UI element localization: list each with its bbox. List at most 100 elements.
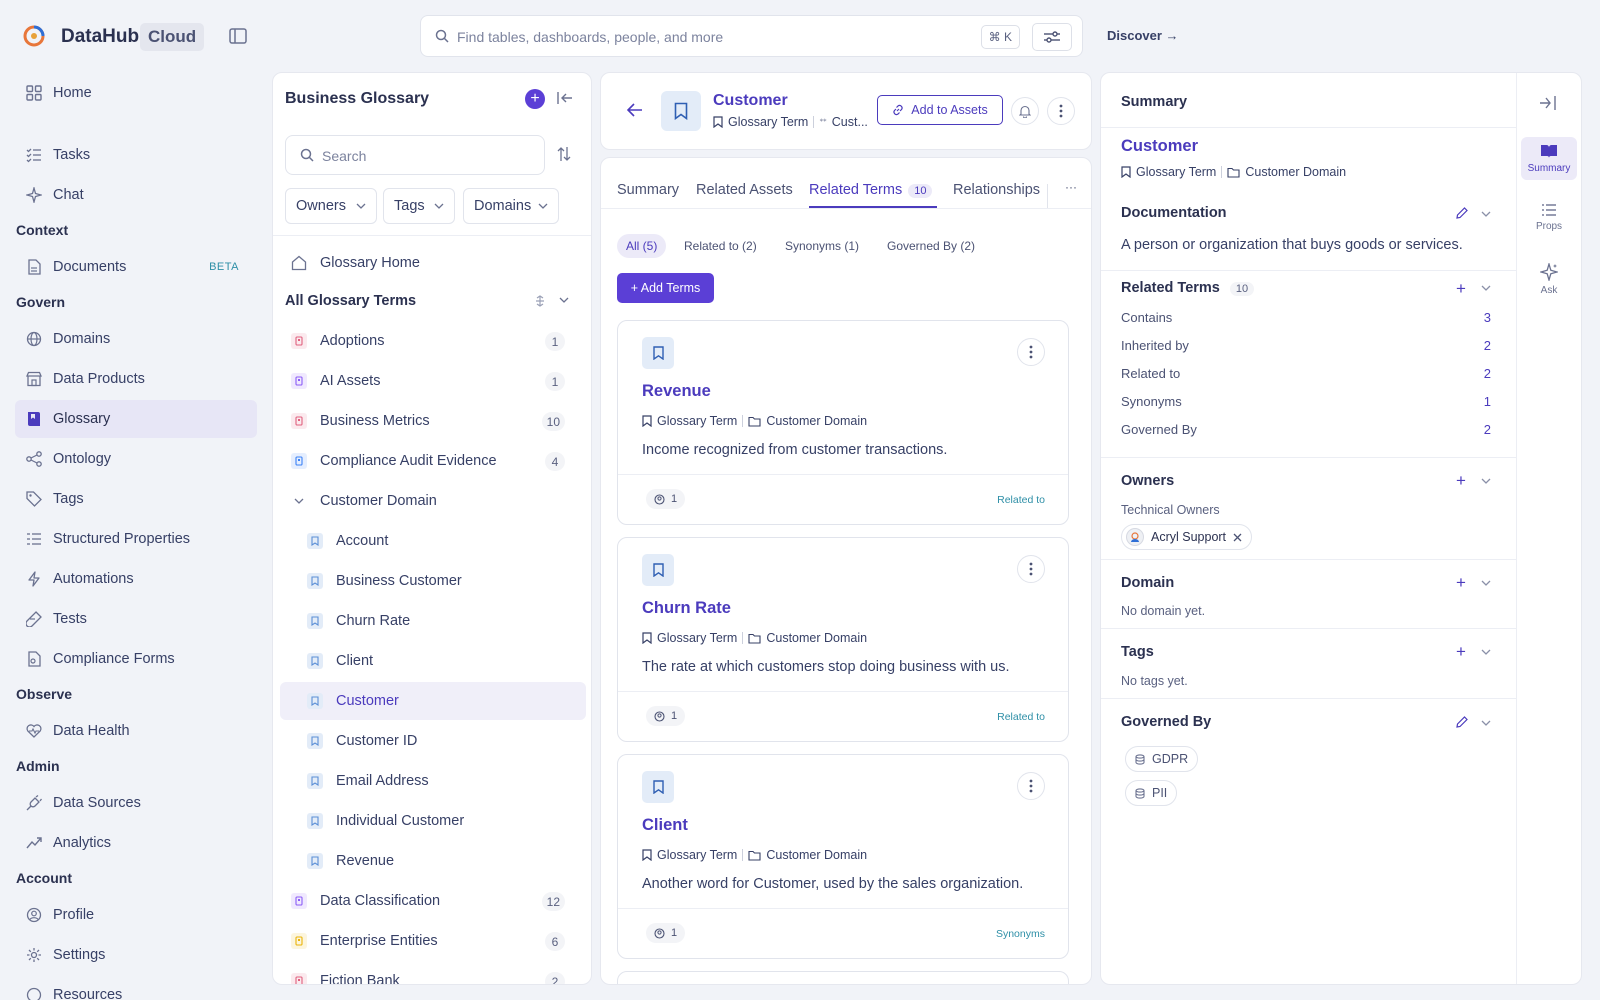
related-term-count-row[interactable]: Contains 3 [1121, 310, 1491, 325]
nav-settings[interactable]: Settings [15, 936, 257, 974]
add-terms-button[interactable]: + Add Terms [617, 273, 714, 303]
entity-parent-breadcrumb[interactable]: Cust... [832, 115, 868, 129]
nav-ontology[interactable]: Ontology [15, 440, 257, 478]
notifications-button[interactable] [1011, 97, 1039, 125]
term-card-name[interactable]: Client [642, 816, 688, 835]
all-glossary-terms-header[interactable]: All Glossary Terms [285, 282, 575, 320]
summary-entity-domain[interactable]: Customer Domain [1245, 165, 1346, 179]
glossary-term-item[interactable]: Account [307, 522, 565, 560]
remove-owner-icon[interactable] [1233, 533, 1242, 542]
glossary-node-item[interactable]: Data Classification 12 [291, 882, 565, 920]
more-options-button[interactable] [1047, 97, 1075, 125]
back-arrow-icon[interactable] [627, 103, 643, 117]
glossary-term-item[interactable]: Customer [280, 682, 586, 720]
close-sidebar-icon[interactable] [1539, 95, 1557, 111]
term-card-owners[interactable]: 1 [646, 489, 686, 509]
glossary-node-item[interactable]: Adoptions 1 [291, 322, 565, 360]
term-card-domain[interactable]: Customer Domain [766, 848, 867, 862]
term-card-owners[interactable]: 1 [646, 706, 686, 726]
summary-entity-name[interactable]: Customer [1121, 137, 1198, 156]
glossary-term-item[interactable]: Customer ID [307, 722, 565, 760]
glossary-home-item[interactable]: Glossary Home [291, 244, 581, 282]
glossary-node-item[interactable]: Compliance Audit Evidence 4 [291, 442, 565, 480]
tabs-more-button[interactable]: ··· [1065, 180, 1077, 194]
glossary-node-item[interactable]: Fiction Bank 2 [291, 962, 565, 984]
nav-data-products[interactable]: Data Products [15, 360, 257, 398]
term-card-owners[interactable]: 1 [646, 923, 686, 943]
nav-chat[interactable]: Chat [15, 176, 257, 214]
chevron-down-icon[interactable] [1481, 580, 1491, 586]
chevron-down-icon[interactable] [1481, 211, 1491, 217]
search-filter-button[interactable] [1032, 23, 1072, 51]
expand-collapse-icon[interactable] [534, 295, 546, 307]
datahub-logo-icon[interactable] [22, 24, 46, 48]
glossary-node-item[interactable]: Enterprise Entities 6 [291, 922, 565, 960]
nav-resources[interactable]: Resources [15, 976, 257, 1000]
brand-name[interactable]: DataHub [61, 26, 139, 48]
term-card[interactable]: Churn Rate Glossary Term Customer Domain Th… [617, 537, 1069, 742]
add-term-button[interactable]: + [525, 89, 545, 109]
term-card[interactable]: Revenue Glossary Term Customer Domain Incom… [617, 320, 1069, 525]
add-to-assets-button[interactable]: Add to Assets [877, 95, 1003, 125]
sort-icon[interactable] [557, 146, 571, 162]
glossary-term-item[interactable]: Email Address [307, 762, 565, 800]
term-card-menu-button[interactable] [1017, 555, 1045, 583]
filter-synonyms[interactable]: Synonyms (1) [776, 234, 868, 258]
owners-filter-dropdown[interactable]: Owners [285, 188, 377, 224]
glossary-term-item[interactable]: Revenue [307, 842, 565, 880]
nav-tags[interactable]: Tags [15, 480, 257, 518]
filter-governed-by[interactable]: Governed By (2) [878, 234, 984, 258]
collapse-panel-icon[interactable] [557, 91, 573, 105]
nav-domains[interactable]: Domains [15, 320, 257, 358]
term-card[interactable] [617, 971, 1069, 984]
nav-documents[interactable]: Documents BETA [15, 248, 257, 286]
owner-chip[interactable]: Acryl Support [1121, 524, 1253, 550]
add-related-term-icon[interactable]: + [1456, 280, 1466, 297]
term-card-menu-button[interactable] [1017, 338, 1045, 366]
glossary-node-item[interactable]: Business Metrics 10 [291, 402, 565, 440]
global-search-input[interactable]: Find tables, dashboards, people, and mor… [420, 15, 1083, 57]
nav-analytics[interactable]: Analytics [15, 824, 257, 862]
chevron-down-icon[interactable] [1481, 720, 1491, 726]
edit-pencil-icon[interactable] [1456, 716, 1468, 728]
governed-chip-pii[interactable]: PII [1125, 780, 1178, 806]
domains-filter-dropdown[interactable]: Domains [463, 188, 559, 224]
nav-profile[interactable]: Profile [15, 896, 257, 934]
tab-related-assets[interactable]: Related Assets [696, 182, 793, 198]
rail-props[interactable]: Props [1521, 197, 1577, 238]
tab-summary[interactable]: Summary [617, 182, 679, 198]
sidebar-toggle-icon[interactable] [229, 28, 247, 44]
term-card-menu-button[interactable] [1017, 772, 1045, 800]
add-owner-icon[interactable]: + [1456, 472, 1466, 489]
glossary-node-item[interactable]: AI Assets 1 [291, 362, 565, 400]
governed-chip-gdpr[interactable]: GDPR [1125, 746, 1199, 772]
rail-ask[interactable]: Ask [1521, 257, 1577, 302]
filter-all[interactable]: All (5) [617, 234, 667, 258]
glossary-term-item[interactable]: Individual Customer [307, 802, 565, 840]
chevron-down-icon[interactable] [1481, 478, 1491, 484]
discover-link[interactable]: Discover → [1107, 28, 1179, 43]
related-term-count-row[interactable]: Governed By 2 [1121, 422, 1491, 437]
glossary-search-input[interactable]: Search [285, 135, 545, 175]
glossary-node-item[interactable]: Customer Domain [291, 482, 565, 520]
glossary-term-item[interactable]: Business Customer [307, 562, 565, 600]
filter-related-to[interactable]: Related to (2) [675, 234, 766, 258]
nav-structured-properties[interactable]: Structured Properties [15, 520, 257, 558]
nav-tests[interactable]: Tests [15, 600, 257, 638]
nav-data-health[interactable]: Data Health [15, 712, 257, 750]
nav-tasks[interactable]: Tasks [15, 136, 257, 174]
tab-related-terms[interactable]: Related Terms 10 [809, 182, 933, 198]
add-tag-icon[interactable]: + [1456, 643, 1466, 660]
add-domain-icon[interactable]: + [1456, 574, 1466, 591]
related-term-count-row[interactable]: Synonyms 1 [1121, 394, 1491, 409]
edit-pencil-icon[interactable] [1456, 207, 1468, 219]
nav-home[interactable]: Home [15, 74, 257, 112]
term-card-name[interactable]: Revenue [642, 382, 711, 401]
nav-data-sources[interactable]: Data Sources [15, 784, 257, 822]
entity-name[interactable]: Customer [713, 92, 788, 110]
term-card[interactable]: Client Glossary Term Customer Domain Anothe… [617, 754, 1069, 959]
chevron-down-icon[interactable] [1481, 285, 1491, 291]
nav-compliance-forms[interactable]: Compliance Forms [15, 640, 257, 678]
tab-relationships[interactable]: Relationships [953, 182, 1040, 198]
term-card-name[interactable]: Churn Rate [642, 599, 731, 618]
